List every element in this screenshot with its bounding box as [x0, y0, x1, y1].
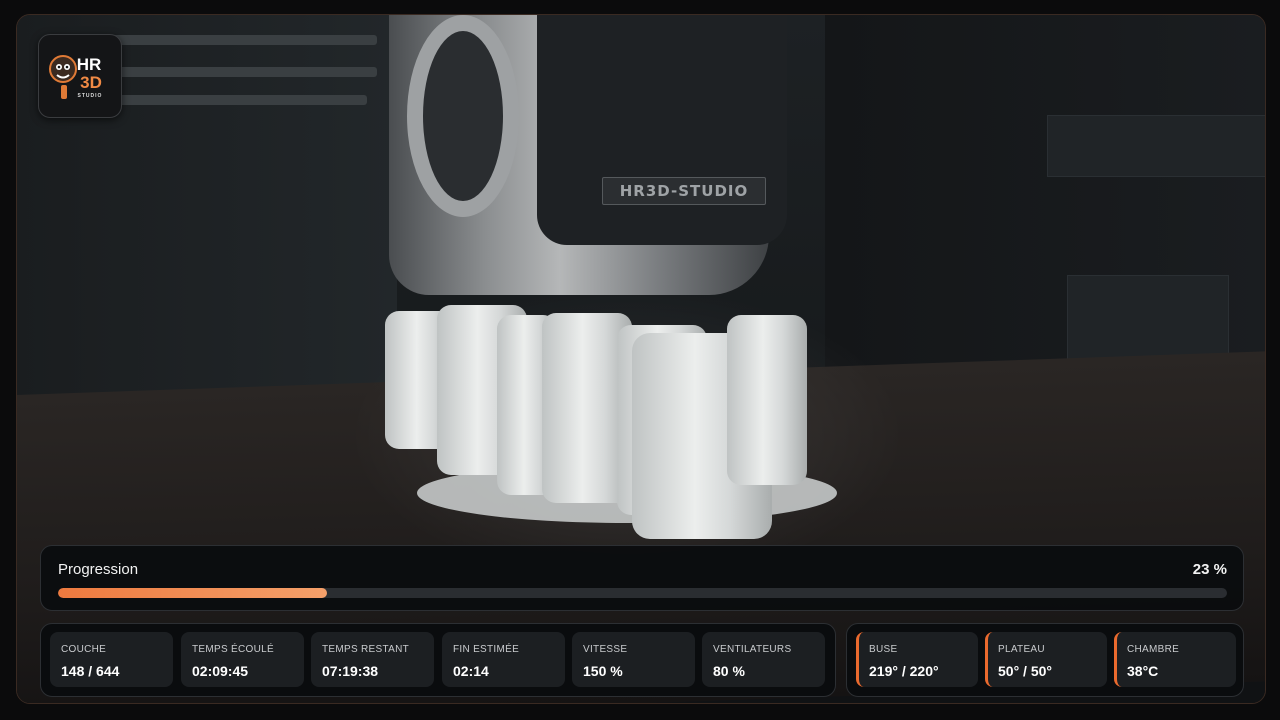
logo-text-hr: HR — [77, 55, 102, 74]
progress-card: Progression 23 % — [40, 545, 1244, 611]
temp-nozzle: BUSE 219° / 220° — [856, 632, 978, 687]
temp-label: CHAMBRE — [1127, 644, 1180, 655]
stat-estimated-end: FIN ESTIMÉE 02:14 — [442, 632, 565, 687]
stat-label: VENTILATEURS — [713, 644, 792, 655]
temp-label: BUSE — [869, 644, 898, 655]
stat-fans: VENTILATEURS 80 % — [702, 632, 825, 687]
printed-part — [727, 315, 807, 485]
stat-label: COUCHE — [61, 644, 107, 655]
stat-value: 02:14 — [453, 663, 489, 679]
printer-right-panel — [1047, 115, 1265, 177]
stat-remaining-time: TEMPS RESTANT 07:19:38 — [311, 632, 434, 687]
print-stats-panel: COUCHE 148 / 644 TEMPS ÉCOULÉ 02:09:45 T… — [40, 623, 836, 697]
temperature-panel: BUSE 219° / 220° PLATEAU 50° / 50° CHAMB… — [846, 623, 1244, 697]
stat-value: 148 / 644 — [61, 663, 120, 679]
temp-value: 50° / 50° — [998, 663, 1053, 679]
stat-value: 07:19:38 — [322, 663, 379, 679]
temp-bed: PLATEAU 50° / 50° — [985, 632, 1107, 687]
stat-label: VITESSE — [583, 644, 628, 655]
progress-label: Progression — [58, 561, 139, 578]
temp-chamber: CHAMBRE 38°C — [1114, 632, 1236, 687]
stat-label: FIN ESTIMÉE — [453, 644, 520, 655]
toolhead-fan-duct — [537, 15, 787, 245]
stat-label: TEMPS RESTANT — [322, 644, 410, 655]
progress-percent: 23 % — [1192, 561, 1227, 578]
logo-icon: HR 3D STUDIO — [49, 55, 103, 99]
brand-logo: HR 3D STUDIO — [38, 34, 122, 118]
stat-value: 150 % — [583, 663, 623, 679]
progress-bar-fill — [58, 588, 327, 598]
toolhead-nameplate: HR3D-STUDIO — [602, 177, 766, 205]
temp-value: 38°C — [1127, 663, 1159, 679]
logo-text-studio: STUDIO — [78, 93, 103, 99]
toolhead-fan — [407, 15, 519, 217]
temp-value: 219° / 220° — [869, 663, 939, 679]
stat-layer: COUCHE 148 / 644 — [50, 632, 173, 687]
progress-bar — [58, 588, 1227, 598]
stat-elapsed-time: TEMPS ÉCOULÉ 02:09:45 — [181, 632, 304, 687]
temp-label: PLATEAU — [998, 644, 1045, 655]
stat-label: TEMPS ÉCOULÉ — [192, 644, 274, 655]
logo-text-3d: 3D — [80, 73, 102, 92]
stat-speed: VITESSE 150 % — [572, 632, 695, 687]
stat-value: 02:09:45 — [192, 663, 249, 679]
stat-value: 80 % — [713, 663, 745, 679]
